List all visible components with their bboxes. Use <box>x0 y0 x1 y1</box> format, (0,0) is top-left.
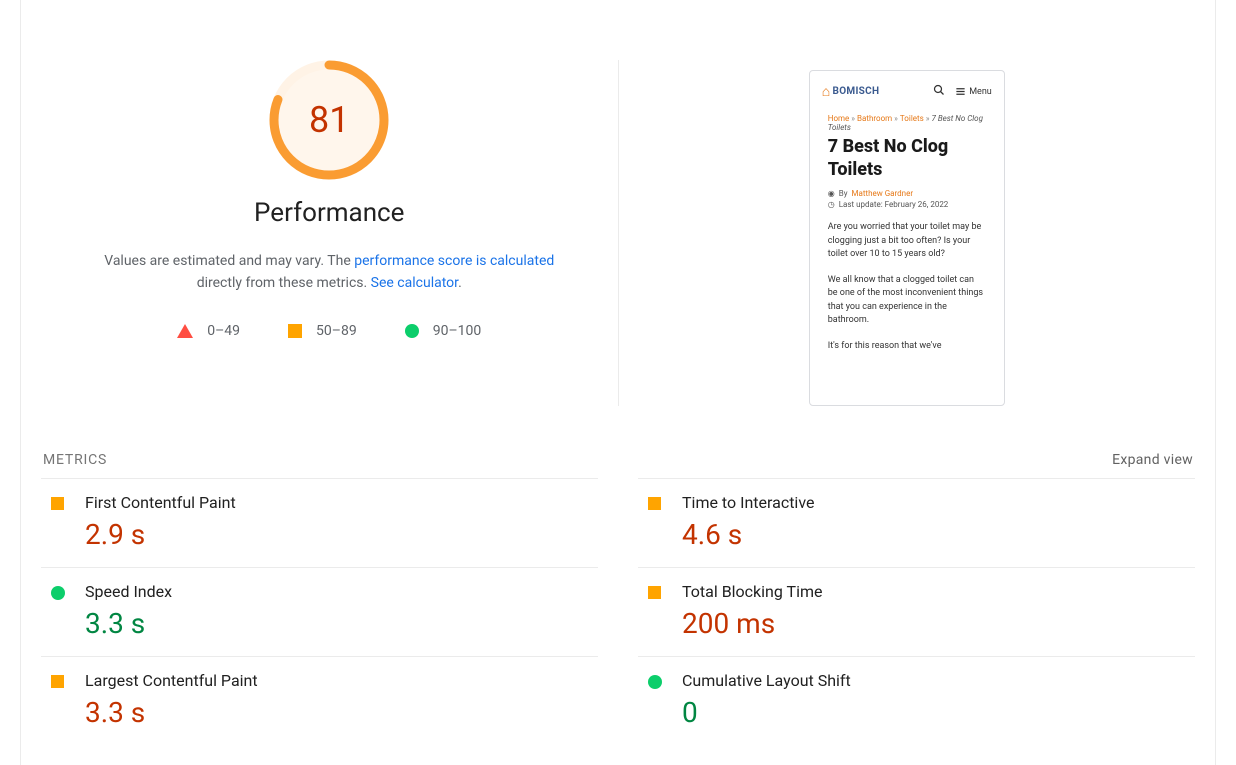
metric-item[interactable]: Total Blocking Time 200 ms <box>638 567 1195 656</box>
preview-paragraph: Are you worried that your toilet may be … <box>828 221 986 262</box>
metric-status-icon <box>41 493 85 512</box>
preview-updated: ◷ Last update: February 26, 2022 <box>828 200 986 209</box>
metric-value: 2.9 s <box>85 518 598 551</box>
metric-item[interactable]: Time to Interactive 4.6 s <box>638 478 1195 567</box>
legend-fail-label: 0–49 <box>207 323 240 339</box>
preview-breadcrumb: Home»Bathroom»Toilets»7 Best No Clog Toi… <box>828 114 986 132</box>
preview-paragraph: It's for this reason that we've <box>828 340 986 354</box>
preview-header: ⌂BOMISCH Menu <box>810 83 1004 108</box>
performance-score-panel: 81 Performance Values are estimated and … <box>41 60 619 406</box>
metrics-heading: METRICS <box>43 452 107 468</box>
breadcrumb-home: Home <box>828 114 850 123</box>
report-container: 81 Performance Values are estimated and … <box>20 0 1216 765</box>
score-gauge: 81 <box>269 60 389 180</box>
metric-name: First Contentful Paint <box>85 493 598 512</box>
metric-name: Largest Contentful Paint <box>85 671 598 690</box>
score-value: 81 <box>309 99 349 141</box>
square-icon <box>51 497 64 510</box>
score-calc-link[interactable]: performance score is calculated <box>354 253 554 269</box>
score-title: Performance <box>254 198 404 228</box>
metric-value: 3.3 s <box>85 696 598 729</box>
metric-status-icon <box>638 582 682 601</box>
metric-value: 0 <box>682 696 1195 729</box>
by-label: By <box>839 189 848 198</box>
legend-avg-label: 50–89 <box>316 323 357 339</box>
preview-header-actions: Menu <box>933 84 992 99</box>
circle-icon <box>405 324 419 338</box>
breadcrumb-sub: Toilets <box>900 114 924 123</box>
metric-value: 3.3 s <box>85 607 598 640</box>
circle-icon <box>648 675 662 689</box>
metric-status-icon <box>638 493 682 512</box>
circle-icon <box>51 586 65 600</box>
preview-menu: Menu <box>955 86 992 97</box>
metric-value: 4.6 s <box>682 518 1195 551</box>
legend-pass-label: 90–100 <box>433 323 482 339</box>
page-screenshot: ⌂BOMISCH Menu Home»Bathroom»Toilets»7 Be… <box>809 70 1005 406</box>
metric-status-icon <box>638 671 682 690</box>
clock-icon: ◷ <box>828 200 835 209</box>
house-icon: ⌂ <box>822 83 831 100</box>
see-calculator-link[interactable]: See calculator <box>371 275 458 291</box>
preview-menu-label: Menu <box>969 87 992 97</box>
preview-byline: ◉ By Matthew Gardner <box>828 189 986 198</box>
search-icon <box>933 84 945 99</box>
metrics-grid: First Contentful Paint 2.9 s Time to Inter… <box>41 478 1195 745</box>
triangle-icon <box>177 324 193 338</box>
legend-pass: 90–100 <box>405 323 482 339</box>
preview-body: Home»Bathroom»Toilets»7 Best No Clog Toi… <box>810 108 1004 353</box>
metric-name: Cumulative Layout Shift <box>682 671 1195 690</box>
metric-name: Total Blocking Time <box>682 582 1195 601</box>
preview-updated-text: Last update: February 26, 2022 <box>839 200 949 209</box>
metric-item[interactable]: Largest Contentful Paint 3.3 s <box>41 656 598 745</box>
metric-item[interactable]: First Contentful Paint 2.9 s <box>41 478 598 567</box>
metrics-header: METRICS Expand view <box>41 452 1195 468</box>
user-icon: ◉ <box>828 189 835 198</box>
preview-author: Matthew Gardner <box>852 189 914 198</box>
metric-name: Time to Interactive <box>682 493 1195 512</box>
score-description: Values are estimated and may vary. The p… <box>84 250 574 295</box>
top-section: 81 Performance Values are estimated and … <box>41 0 1195 406</box>
metric-value: 200 ms <box>682 607 1195 640</box>
square-icon <box>648 497 661 510</box>
legend-average: 50–89 <box>288 323 357 339</box>
square-icon <box>288 324 302 338</box>
breadcrumb-cat: Bathroom <box>857 114 892 123</box>
expand-view-toggle[interactable]: Expand view <box>1112 452 1193 468</box>
metric-name: Speed Index <box>85 582 598 601</box>
square-icon <box>648 586 661 599</box>
metric-item[interactable]: Cumulative Layout Shift 0 <box>638 656 1195 745</box>
score-desc-text: directly from these metrics. <box>197 275 371 291</box>
score-legend: 0–49 50–89 90–100 <box>177 323 481 339</box>
score-desc-text: . <box>458 275 462 291</box>
preview-logo: ⌂BOMISCH <box>822 83 880 100</box>
preview-article-title: 7 Best No Clog Toilets <box>828 136 986 181</box>
preview-paragraph: We all know that a clogged toilet can be… <box>828 274 986 328</box>
page-preview-panel: ⌂BOMISCH Menu Home»Bathroom»Toilets»7 Be… <box>619 60 1196 406</box>
square-icon <box>51 675 64 688</box>
legend-fail: 0–49 <box>177 323 240 339</box>
metric-item[interactable]: Speed Index 3.3 s <box>41 567 598 656</box>
score-desc-text: Values are estimated and may vary. The <box>104 253 354 269</box>
preview-logo-text: BOMISCH <box>833 86 880 97</box>
metric-status-icon <box>41 671 85 690</box>
metric-status-icon <box>41 582 85 601</box>
